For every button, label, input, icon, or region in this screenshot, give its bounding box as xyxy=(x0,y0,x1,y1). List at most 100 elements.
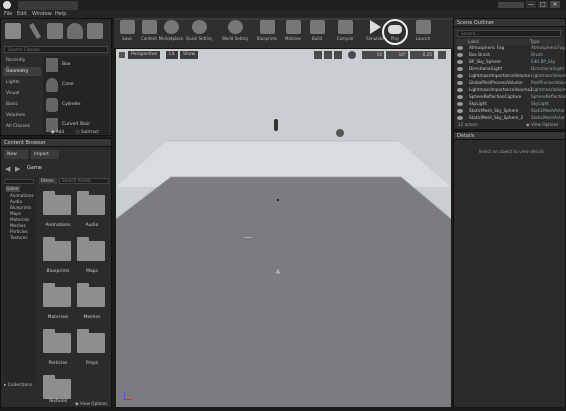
eye-icon[interactable] xyxy=(457,116,463,120)
folder-maps[interactable]: Maps xyxy=(77,237,107,274)
perspective-button[interactable]: Perspective xyxy=(128,51,161,59)
show-button[interactable]: Show xyxy=(180,51,199,59)
scale-tool-icon[interactable] xyxy=(334,51,342,59)
build-button[interactable]: Build xyxy=(304,18,330,46)
search-classes-input[interactable]: Search Classes xyxy=(4,46,108,53)
back-arrow-icon[interactable]: ◀ xyxy=(5,165,10,173)
eye-icon[interactable] xyxy=(457,74,463,78)
landscape-mode-icon[interactable] xyxy=(47,23,63,39)
quick-settings-button[interactable]: Quick Settings xyxy=(186,18,212,46)
details-tab[interactable]: Details xyxy=(454,132,565,140)
eye-icon[interactable] xyxy=(457,46,463,50)
titlebar-search[interactable] xyxy=(498,2,524,8)
maximize-button[interactable]: □ xyxy=(538,1,548,8)
outliner-row[interactable]: SkyLight SkyLight xyxy=(456,101,560,107)
grid-snap-button[interactable]: 10 xyxy=(362,51,384,59)
scene-outliner-tab[interactable]: Scene Outliner xyxy=(454,19,565,27)
eye-icon[interactable] xyxy=(457,81,463,85)
outliner-row[interactable]: BP_Sky_Sphere Edit BP_Sky xyxy=(456,59,560,65)
eye-icon[interactable] xyxy=(457,109,463,113)
light-source-icon[interactable] xyxy=(336,129,344,137)
foliage-mode-icon[interactable] xyxy=(67,23,83,39)
view-options-button[interactable]: ◉ View Options xyxy=(75,401,107,406)
asset-cone[interactable]: Cone xyxy=(45,76,107,98)
menu-help[interactable]: Help xyxy=(55,11,66,17)
category-basic[interactable]: Basic xyxy=(3,100,41,109)
folder-materials[interactable]: Materials xyxy=(43,283,73,320)
folder-textures[interactable]: Textures xyxy=(43,375,73,404)
outliner-row[interactable]: GlobalPostProcessVolume PostProcessVolume xyxy=(456,80,566,86)
eye-icon[interactable] xyxy=(457,67,463,71)
paint-mode-icon[interactable] xyxy=(28,22,42,40)
rotation-snap-button[interactable]: 10° xyxy=(386,51,408,59)
eye-icon[interactable] xyxy=(457,53,463,57)
level-tab[interactable] xyxy=(18,1,78,10)
add-radio[interactable]: ● Add xyxy=(51,129,64,134)
player-start-icon[interactable] xyxy=(274,119,278,131)
eye-icon[interactable] xyxy=(457,88,463,92)
compile-button[interactable]: Compile xyxy=(332,18,358,46)
menu-window[interactable]: Window xyxy=(32,11,52,17)
asset-cylinder[interactable]: Cylinder xyxy=(45,96,107,118)
lit-button[interactable]: Lit xyxy=(166,51,178,59)
tree-item-root[interactable]: Game xyxy=(6,186,21,192)
matinee-button[interactable]: Matinee xyxy=(280,18,306,46)
scale-snap-button[interactable]: 0.25 xyxy=(410,51,434,59)
outliner-row[interactable]: Box Brush Brush xyxy=(456,52,560,58)
outliner-row[interactable]: LightmassImportanceVolume LightmassVolume xyxy=(456,73,566,79)
outliner-row[interactable]: StaticMesh_Sky_Sphere StaticMeshActor xyxy=(456,108,565,114)
viewport[interactable]: A Perspective Lit Show 10 10° 0.25 xyxy=(116,49,451,407)
outliner-row[interactable]: DirectionalLight DirectionalLight xyxy=(456,66,564,72)
menu-file[interactable]: File xyxy=(4,11,12,17)
category-recently-placed[interactable]: Recently Placed xyxy=(3,56,41,72)
category-visual[interactable]: Visual xyxy=(3,89,41,98)
category-all-classes[interactable]: All Classes xyxy=(3,122,41,131)
minimize-button[interactable]: — xyxy=(526,1,536,8)
import-button[interactable]: Import xyxy=(31,150,59,159)
launch-button[interactable]: Launch xyxy=(410,18,436,46)
folder-meshes[interactable]: Meshes xyxy=(77,283,107,320)
category-volumes[interactable]: Volumes xyxy=(3,111,41,120)
folder-props[interactable]: Props xyxy=(77,329,107,366)
folder-audio[interactable]: Audio xyxy=(77,191,107,228)
translate-tool-icon[interactable] xyxy=(314,51,322,59)
collections-toggle[interactable]: ▸ Collections xyxy=(4,383,32,388)
asset-curved-stair[interactable]: Curved Stair xyxy=(45,116,107,138)
viewport-options-icon[interactable] xyxy=(119,52,125,58)
geometry-mode-icon[interactable] xyxy=(87,23,103,39)
maximize-viewport-icon[interactable] xyxy=(438,51,446,59)
content-browser-tab[interactable]: Content Browser xyxy=(1,139,111,147)
outliner-row[interactable]: Atmospheric Fog AtmosphericFog xyxy=(456,45,565,51)
folder-blueprints[interactable]: Blueprints xyxy=(43,237,73,274)
asset-box[interactable]: Box xyxy=(45,56,107,78)
marketplace-button[interactable]: Marketplace xyxy=(158,18,184,46)
tree-search-input[interactable] xyxy=(4,179,34,184)
place-mode-icon[interactable] xyxy=(5,23,21,39)
forward-arrow-icon[interactable]: ▶ xyxy=(15,165,20,173)
folder-particles[interactable]: Particles xyxy=(43,329,73,366)
outliner-row[interactable]: LightmassImportanceVolume2 LightmassVolum… xyxy=(456,87,566,93)
subtract-radio[interactable]: ○ Subtract xyxy=(76,129,99,134)
new-button[interactable]: New xyxy=(4,150,28,159)
close-button[interactable]: ✕ xyxy=(550,1,560,8)
rotate-tool-icon[interactable] xyxy=(324,51,332,59)
folder-path-button[interactable]: Game xyxy=(27,165,77,173)
play-button[interactable]: Play xyxy=(382,18,408,46)
eye-icon[interactable] xyxy=(457,95,463,99)
outliner-view-options[interactable]: ◉ View Options xyxy=(526,122,558,127)
blueprints-button[interactable]: Blueprints xyxy=(254,18,280,46)
search-assets-input[interactable]: Search Assets xyxy=(59,178,109,184)
outliner-row[interactable]: StaticMesh_Sky_Sphere_2 StaticMeshActor xyxy=(456,115,565,121)
folder-animations[interactable]: Animations xyxy=(43,191,73,228)
world-settings-button[interactable]: World Settings xyxy=(222,18,248,46)
tree-item[interactable]: Textures xyxy=(10,235,28,241)
menu-edit[interactable]: Edit xyxy=(17,11,27,17)
outliner-search-input[interactable]: Search... xyxy=(457,30,561,37)
world-local-icon[interactable] xyxy=(348,51,356,59)
category-lights[interactable]: Lights xyxy=(3,78,41,87)
outliner-row[interactable]: SphereReflectionCapture SphereReflection xyxy=(456,94,566,100)
filters-button[interactable]: Filters xyxy=(39,178,57,184)
eye-icon[interactable] xyxy=(457,102,463,106)
eye-icon[interactable] xyxy=(457,60,463,64)
category-geometry[interactable]: Geometry xyxy=(3,67,41,76)
